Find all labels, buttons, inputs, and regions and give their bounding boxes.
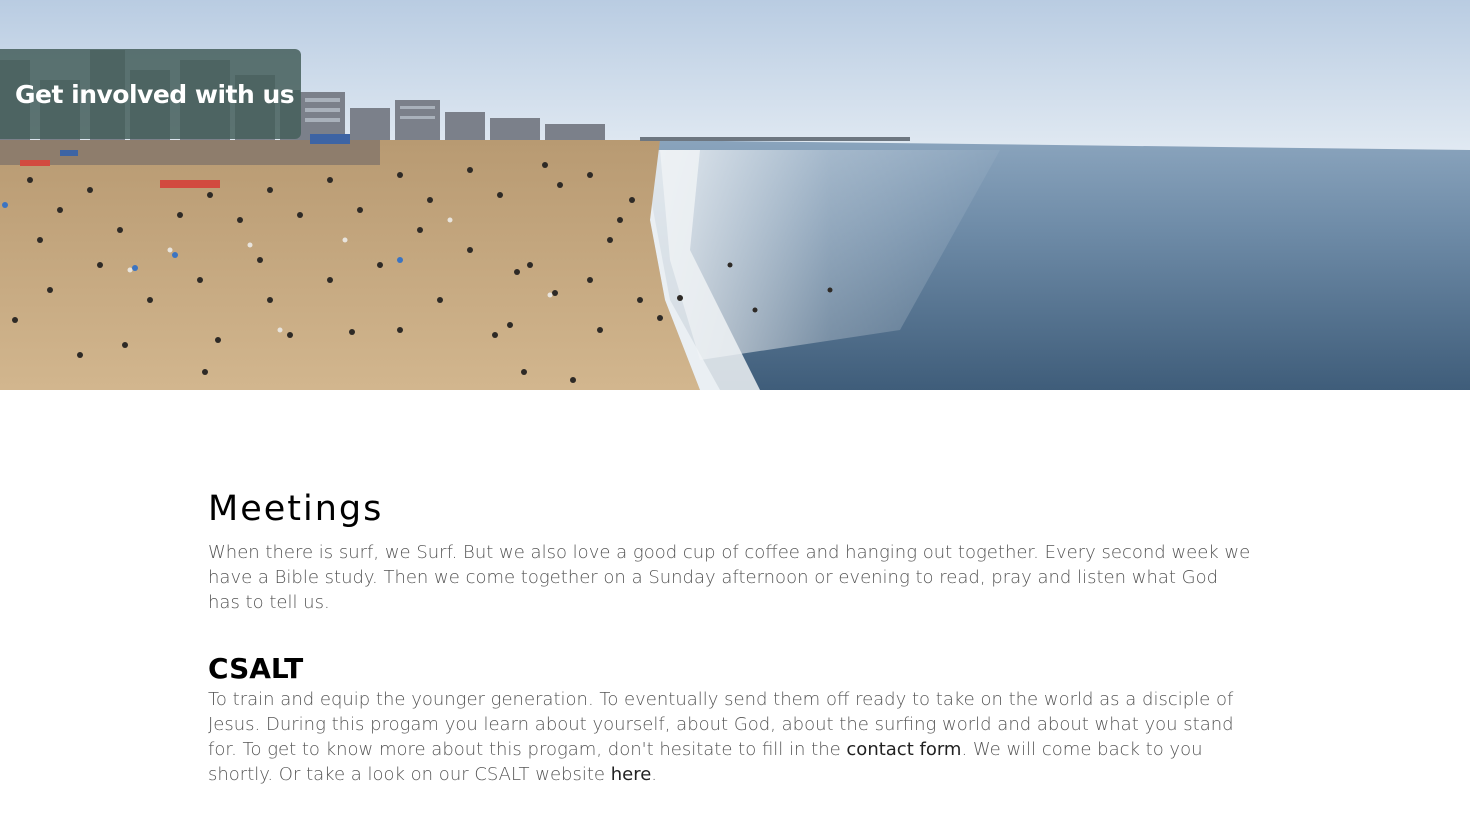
main-content: Meetings When there is surf, we Surf. Bu…: [208, 488, 1253, 787]
csalt-title: CSALT: [208, 652, 304, 685]
csalt-text: To train and equip the younger generatio…: [208, 687, 1253, 787]
hero-banner: Get involved with us: [0, 0, 1470, 390]
get-involved-label: Get involved with us: [15, 79, 295, 109]
contact-form-link[interactable]: contact form: [846, 739, 961, 760]
csalt-text-part3: .: [651, 764, 658, 785]
get-involved-badge: Get involved with us: [0, 49, 301, 139]
meetings-text: When there is surf, we Surf. But we also…: [208, 542, 1251, 613]
meetings-title: Meetings: [208, 489, 384, 529]
csalt-website-link[interactable]: here: [611, 764, 652, 785]
